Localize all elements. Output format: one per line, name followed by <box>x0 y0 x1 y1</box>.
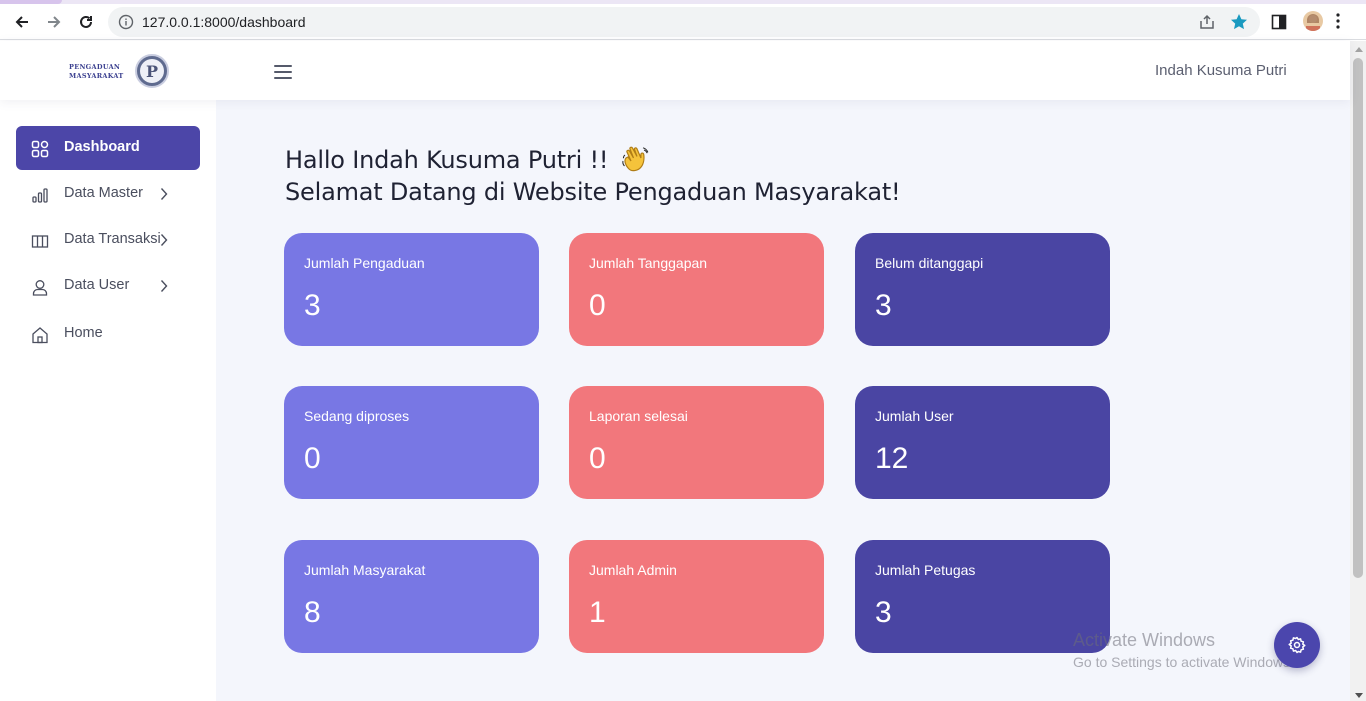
greeting-line-2: Selamat Datang di Website Pengaduan Masy… <box>285 178 901 206</box>
chevron-right-icon <box>160 188 168 200</box>
app-header: PENGADUAN MASYARAKAT P Indah Kusuma Putr… <box>0 41 1350 100</box>
stat-card-jumlah-admin[interactable]: Jumlah Admin 1 <box>569 540 824 653</box>
stat-card-jumlah-petugas[interactable]: Jumlah Petugas 3 <box>855 540 1110 653</box>
forward-button[interactable] <box>42 10 66 34</box>
stat-card-belum-ditanggapi[interactable]: Belum ditanggapi 3 <box>855 233 1110 346</box>
sidebar-item-label: Data User <box>64 277 130 293</box>
sidebar-item-dashboard[interactable]: Dashboard <box>16 126 200 170</box>
sidebar-item-data-user[interactable]: Data User <box>16 264 200 308</box>
stat-card-value: 3 <box>875 596 892 629</box>
logo-emblem[interactable]: P <box>135 54 169 88</box>
grid-icon <box>31 140 49 158</box>
user-icon <box>32 280 48 296</box>
arrow-right-icon <box>48 16 61 28</box>
page-scrollbar[interactable] <box>1350 41 1366 701</box>
sidebar-item-label: Home <box>64 325 103 341</box>
bar-chart-icon <box>32 188 48 203</box>
sidebar-item-label: Data Transaksi <box>64 231 161 247</box>
back-button[interactable] <box>10 10 34 34</box>
sidebar-item-label: Dashboard <box>64 139 140 155</box>
url-text[interactable]: 127.0.0.1:8000/dashboard <box>142 14 305 30</box>
hamburger-line <box>274 71 292 73</box>
logo-line-2: MASYARAKAT <box>69 72 124 80</box>
stat-card-sedang-diproses[interactable]: Sedang diproses 0 <box>284 386 539 499</box>
side-panel-icon[interactable] <box>1271 14 1287 30</box>
scroll-up-arrow-icon[interactable] <box>1355 47 1363 52</box>
waving-hand-icon <box>622 146 649 172</box>
stat-card-jumlah-masyarakat[interactable]: Jumlah Masyarakat 8 <box>284 540 539 653</box>
settings-button[interactable] <box>1274 622 1320 668</box>
main-content: Hallo Indah Kusuma Putri !! Selamat Data… <box>216 100 1350 701</box>
sidebar-item-home[interactable]: Home <box>16 312 200 356</box>
chevron-right-icon <box>160 280 168 292</box>
hamburger-line <box>274 65 292 67</box>
header-user-name[interactable]: Indah Kusuma Putri <box>1155 62 1287 79</box>
stat-card-label: Jumlah Masyarakat <box>304 562 426 578</box>
logo-emblem-letter: P <box>140 59 164 83</box>
reload-button[interactable] <box>74 10 98 34</box>
stat-card-label: Jumlah Petugas <box>875 562 976 578</box>
greeting-text: Hallo Indah Kusuma Putri !! <box>285 146 609 174</box>
bookmark-star-icon[interactable] <box>1229 12 1249 32</box>
sidebar-item-data-transaksi[interactable]: Data Transaksi <box>16 218 200 262</box>
stat-card-jumlah-tanggapan[interactable]: Jumlah Tanggapan 0 <box>569 233 824 346</box>
welcome-heading: Hallo Indah Kusuma Putri !! Selamat Data… <box>285 144 901 208</box>
watermark-title: Activate Windows <box>1073 630 1216 650</box>
kebab-menu-icon[interactable] <box>1336 13 1340 29</box>
stat-card-value: 12 <box>875 442 909 475</box>
stat-card-jumlah-pengaduan[interactable]: Jumlah Pengaduan 3 <box>284 233 539 346</box>
watermark-subtitle: Go to Settings to activate Windows. <box>1073 654 1294 670</box>
sidebar-item-data-master[interactable]: Data Master <box>16 172 200 216</box>
columns-icon <box>31 235 49 248</box>
stat-card-label: Sedang diproses <box>304 408 410 424</box>
browser-toolbar: 127.0.0.1:8000/dashboard <box>0 4 1366 40</box>
stat-card-value: 3 <box>304 289 321 322</box>
home-icon <box>32 327 48 344</box>
gear-icon <box>1288 636 1306 654</box>
profile-avatar[interactable] <box>1303 11 1323 31</box>
hamburger-line <box>274 77 292 79</box>
stat-card-value: 8 <box>304 596 321 629</box>
stat-card-value: 1 <box>589 596 606 629</box>
scroll-down-arrow-icon[interactable] <box>1355 693 1363 698</box>
stat-card-label: Jumlah Admin <box>589 562 677 578</box>
stat-card-value: 3 <box>875 289 892 322</box>
stat-card-value: 0 <box>589 289 606 322</box>
stat-card-label: Laporan selesai <box>589 408 688 424</box>
address-bar[interactable]: 127.0.0.1:8000/dashboard <box>108 7 1260 37</box>
arrow-left-icon <box>15 16 28 28</box>
scroll-thumb[interactable] <box>1353 58 1363 578</box>
sidebar-item-label: Data Master <box>64 185 143 201</box>
stat-card-label: Jumlah Tanggapan <box>589 255 708 271</box>
share-icon[interactable] <box>1198 13 1216 31</box>
stat-card-value: 0 <box>304 442 321 475</box>
menu-toggle-button[interactable] <box>274 65 292 79</box>
stat-card-label: Jumlah Pengaduan <box>304 255 425 271</box>
stat-card-label: Belum ditanggapi <box>875 255 984 271</box>
info-icon[interactable] <box>118 14 134 30</box>
stat-card-label: Jumlah User <box>875 408 954 424</box>
stat-card-jumlah-user[interactable]: Jumlah User 12 <box>855 386 1110 499</box>
stat-card-laporan-selesai[interactable]: Laporan selesai 0 <box>569 386 824 499</box>
logo-text[interactable]: PENGADUAN MASYARAKAT <box>69 63 124 81</box>
reload-icon <box>80 15 92 28</box>
windows-activation-watermark: Activate Windows Go to Settings to activ… <box>1073 630 1294 670</box>
sidebar: Dashboard Data Master Data Transaksi Dat… <box>0 100 216 701</box>
stat-card-value: 0 <box>589 442 606 475</box>
chevron-right-icon <box>160 234 168 246</box>
logo-line-1: PENGADUAN <box>69 63 121 71</box>
greeting-line-1: Hallo Indah Kusuma Putri !! <box>285 144 900 176</box>
